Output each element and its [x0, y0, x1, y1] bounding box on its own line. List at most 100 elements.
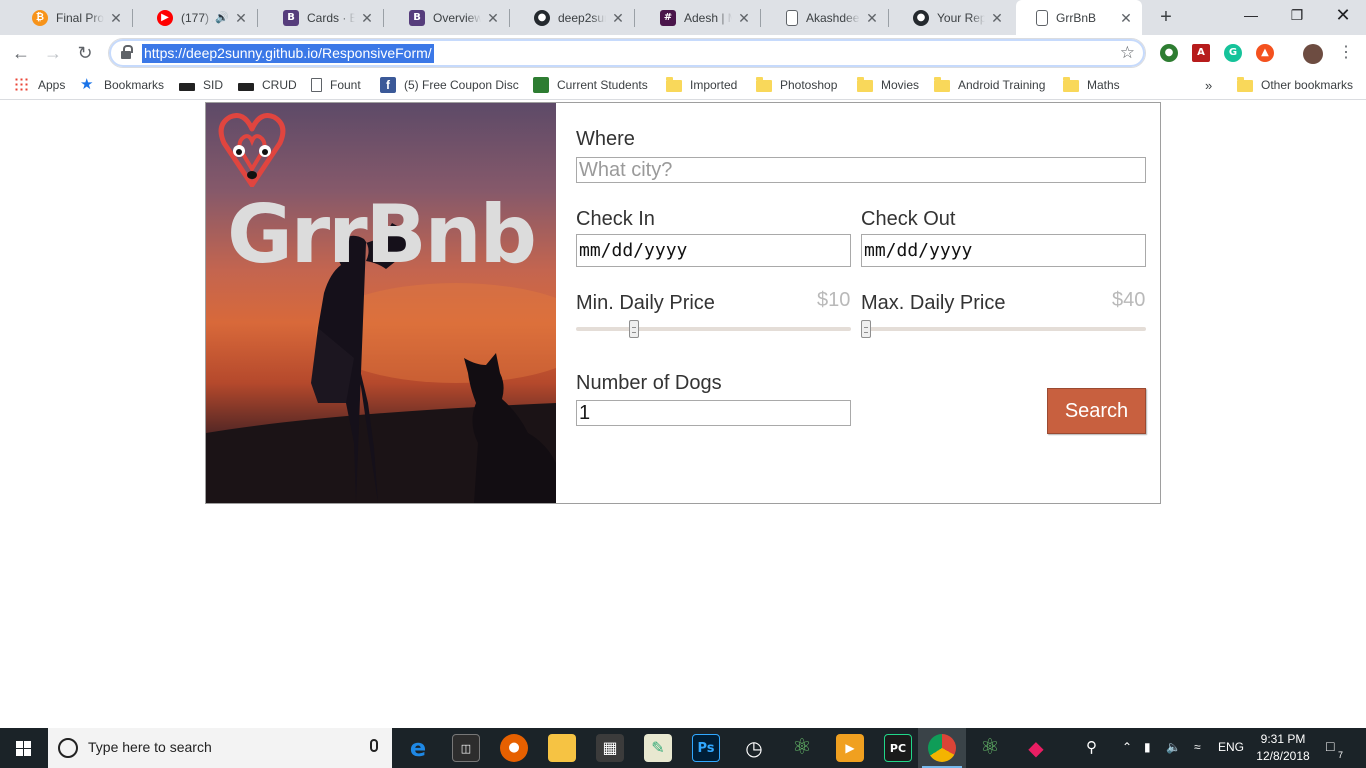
url-text[interactable]: https://deep2sunny.github.io/ResponsiveF… — [142, 44, 434, 63]
address-bar[interactable]: https://deep2sunny.github.io/ResponsiveF… — [108, 38, 1146, 68]
new-tab-button[interactable]: + — [1155, 6, 1177, 28]
where-label: Where — [576, 128, 635, 150]
clock-date: 12/8/2018 — [1256, 749, 1310, 763]
bookmark-item[interactable]: Android Training — [934, 76, 1045, 94]
check-in-date-input[interactable]: mm/dd/yyyy — [576, 234, 851, 267]
min-price-slider-thumb[interactable] — [629, 320, 639, 338]
tab-close-icon[interactable]: ✕ — [610, 10, 626, 26]
other-bookmarks[interactable]: Other bookmarks — [1237, 76, 1353, 94]
max-price-label: Max. Daily Price — [861, 292, 1006, 314]
notification-center-icon[interactable]: □ — [1326, 738, 1334, 754]
apps-grid-icon — [14, 77, 30, 93]
clock[interactable]: 9:31 PM 12/8/2018 — [1248, 731, 1318, 765]
bookmark-item[interactable]: Apps — [14, 76, 65, 94]
browser-tab[interactable]: ▶ (177) A🔊 ✕ — [137, 0, 257, 35]
people-icon[interactable]: ⚲ — [1086, 738, 1097, 756]
volume-icon[interactable]: 🔈 — [1166, 740, 1181, 754]
minimize-button[interactable]: — — [1228, 0, 1274, 30]
restore-button[interactable]: ❐ — [1274, 0, 1320, 30]
photoshop-icon[interactable]: Ps — [692, 734, 720, 762]
atom-icon-2[interactable]: ⚛ — [976, 734, 1004, 762]
browser-tab[interactable]: ● Your Repositories ✕ — [893, 0, 1013, 35]
edge-icon[interactable]: e — [404, 734, 432, 762]
browser-tab[interactable]: Akashdeep ✕ — [766, 0, 888, 35]
file-explorer-icon[interactable] — [548, 734, 576, 762]
tab-title: Overview · Bootstrap — [433, 10, 481, 25]
bookmark-label: SID — [203, 78, 224, 92]
browser-tab[interactable]: ● deep2sunny ✕ — [514, 0, 634, 35]
bookmark-item[interactable]: Movies — [857, 76, 919, 94]
tab-close-icon[interactable]: ✕ — [108, 10, 124, 26]
tab-audio-icon[interactable]: 🔊 — [215, 11, 229, 24]
close-window-button[interactable]: ✕ — [1320, 0, 1366, 30]
bookmark-label: Apps — [38, 78, 66, 92]
taskbar-search[interactable]: Type here to search — [48, 728, 392, 768]
forward-button[interactable]: → — [41, 41, 65, 65]
notification-count: 7 — [1338, 750, 1344, 760]
git-kraken-icon[interactable]: ◆ — [1022, 734, 1050, 762]
windows-logo-icon — [16, 741, 31, 756]
tab-close-icon[interactable]: ✕ — [736, 10, 752, 26]
bookmark-item[interactable]: f (5) Free Coupon Disc — [380, 76, 519, 94]
store-icon[interactable]: ◫ — [452, 734, 480, 762]
tab-close-icon[interactable]: ✕ — [864, 10, 880, 26]
menu-icon[interactable]: ⋮ — [1334, 41, 1358, 65]
bookmark-label: Photoshop — [780, 78, 838, 92]
microphone-icon[interactable] — [370, 739, 378, 752]
bookmark-item[interactable]: Fount — [311, 76, 361, 94]
firefox-icon[interactable]: ● — [500, 734, 528, 762]
alarm-clock-icon[interactable]: ◷ — [740, 734, 768, 762]
calculator-icon[interactable]: ▦ — [596, 734, 624, 762]
leaf-icon — [533, 77, 549, 93]
atom-icon[interactable]: ⚛ — [788, 734, 816, 762]
profile-avatar[interactable] — [1303, 44, 1323, 64]
reload-button[interactable]: ↻ — [73, 41, 97, 65]
city-input[interactable]: What city? — [576, 157, 1146, 183]
tab-separator — [509, 9, 510, 27]
max-price-slider-thumb[interactable] — [861, 320, 871, 338]
check-out-date-input[interactable]: mm/dd/yyyy — [861, 234, 1146, 267]
facebook-icon: f — [380, 77, 396, 93]
tab-title: Final Project — [56, 10, 104, 25]
bookmark-item[interactable]: Maths — [1063, 76, 1120, 94]
back-button[interactable]: ← — [9, 41, 33, 65]
tab-close-icon[interactable]: ✕ — [233, 10, 249, 26]
show-hidden-icons-chevron-icon[interactable]: ⌃ — [1122, 740, 1132, 754]
max-price-slider-track[interactable] — [861, 327, 1146, 331]
folder-icon — [1237, 77, 1253, 92]
fire-extension-icon[interactable]: ▲ — [1256, 44, 1274, 62]
bookmark-item[interactable]: Current Students — [533, 76, 648, 94]
bookmark-item[interactable]: Photoshop — [756, 76, 837, 94]
min-price-slider-track[interactable] — [576, 327, 851, 331]
tab-close-icon[interactable]: ✕ — [485, 10, 501, 26]
bookmark-item[interactable]: SID — [179, 76, 223, 94]
pycharm-icon[interactable]: PC — [884, 734, 912, 762]
pdf-extension-icon[interactable]: A — [1192, 44, 1210, 62]
globe-extension-icon[interactable]: ● — [1160, 44, 1178, 62]
browser-tab[interactable]: GrrBnB ✕ — [1016, 0, 1142, 35]
tab-close-icon[interactable]: ✕ — [1118, 10, 1134, 26]
chrome-icon[interactable] — [928, 734, 956, 762]
tab-close-icon[interactable]: ✕ — [359, 10, 375, 26]
media-player-icon[interactable]: ▶ — [836, 734, 864, 762]
grammarly-icon[interactable]: G — [1224, 44, 1242, 62]
browser-tab[interactable]: # Adesh | MA ✕ — [640, 0, 760, 35]
bookmark-item[interactable]: CRUD — [238, 76, 297, 94]
bookmark-star-icon[interactable]: ☆ — [1120, 43, 1135, 63]
tab-close-icon[interactable]: ✕ — [989, 10, 1005, 26]
tab-strip: ₿ Final Project ✕ ▶ (177) A🔊 ✕ B Cards · Bootst… — [0, 0, 1366, 35]
bookmarks-overflow-button[interactable]: » — [1205, 76, 1212, 94]
browser-tab[interactable]: B Overview · Bootstrap ✕ — [389, 0, 509, 35]
language-indicator[interactable]: ENG — [1218, 740, 1244, 754]
browser-tab[interactable]: ₿ Final Project ✕ — [12, 0, 132, 35]
bookmark-item[interactable]: ★ Bookmarks — [80, 76, 164, 94]
start-button[interactable] — [0, 728, 48, 768]
network-icon[interactable]: ≈ — [1194, 740, 1201, 754]
dogs-count-input[interactable]: 1 — [576, 400, 851, 426]
search-button[interactable]: Search — [1047, 388, 1146, 434]
browser-tab[interactable]: B Cards · Bootstrap ✕ — [263, 0, 383, 35]
battery-icon[interactable]: ▮ — [1144, 740, 1151, 754]
bookmark-label: (5) Free Coupon Disc — [404, 78, 519, 92]
bookmark-item[interactable]: Imported — [666, 76, 737, 94]
notepad-icon[interactable]: ✎ — [644, 734, 672, 762]
